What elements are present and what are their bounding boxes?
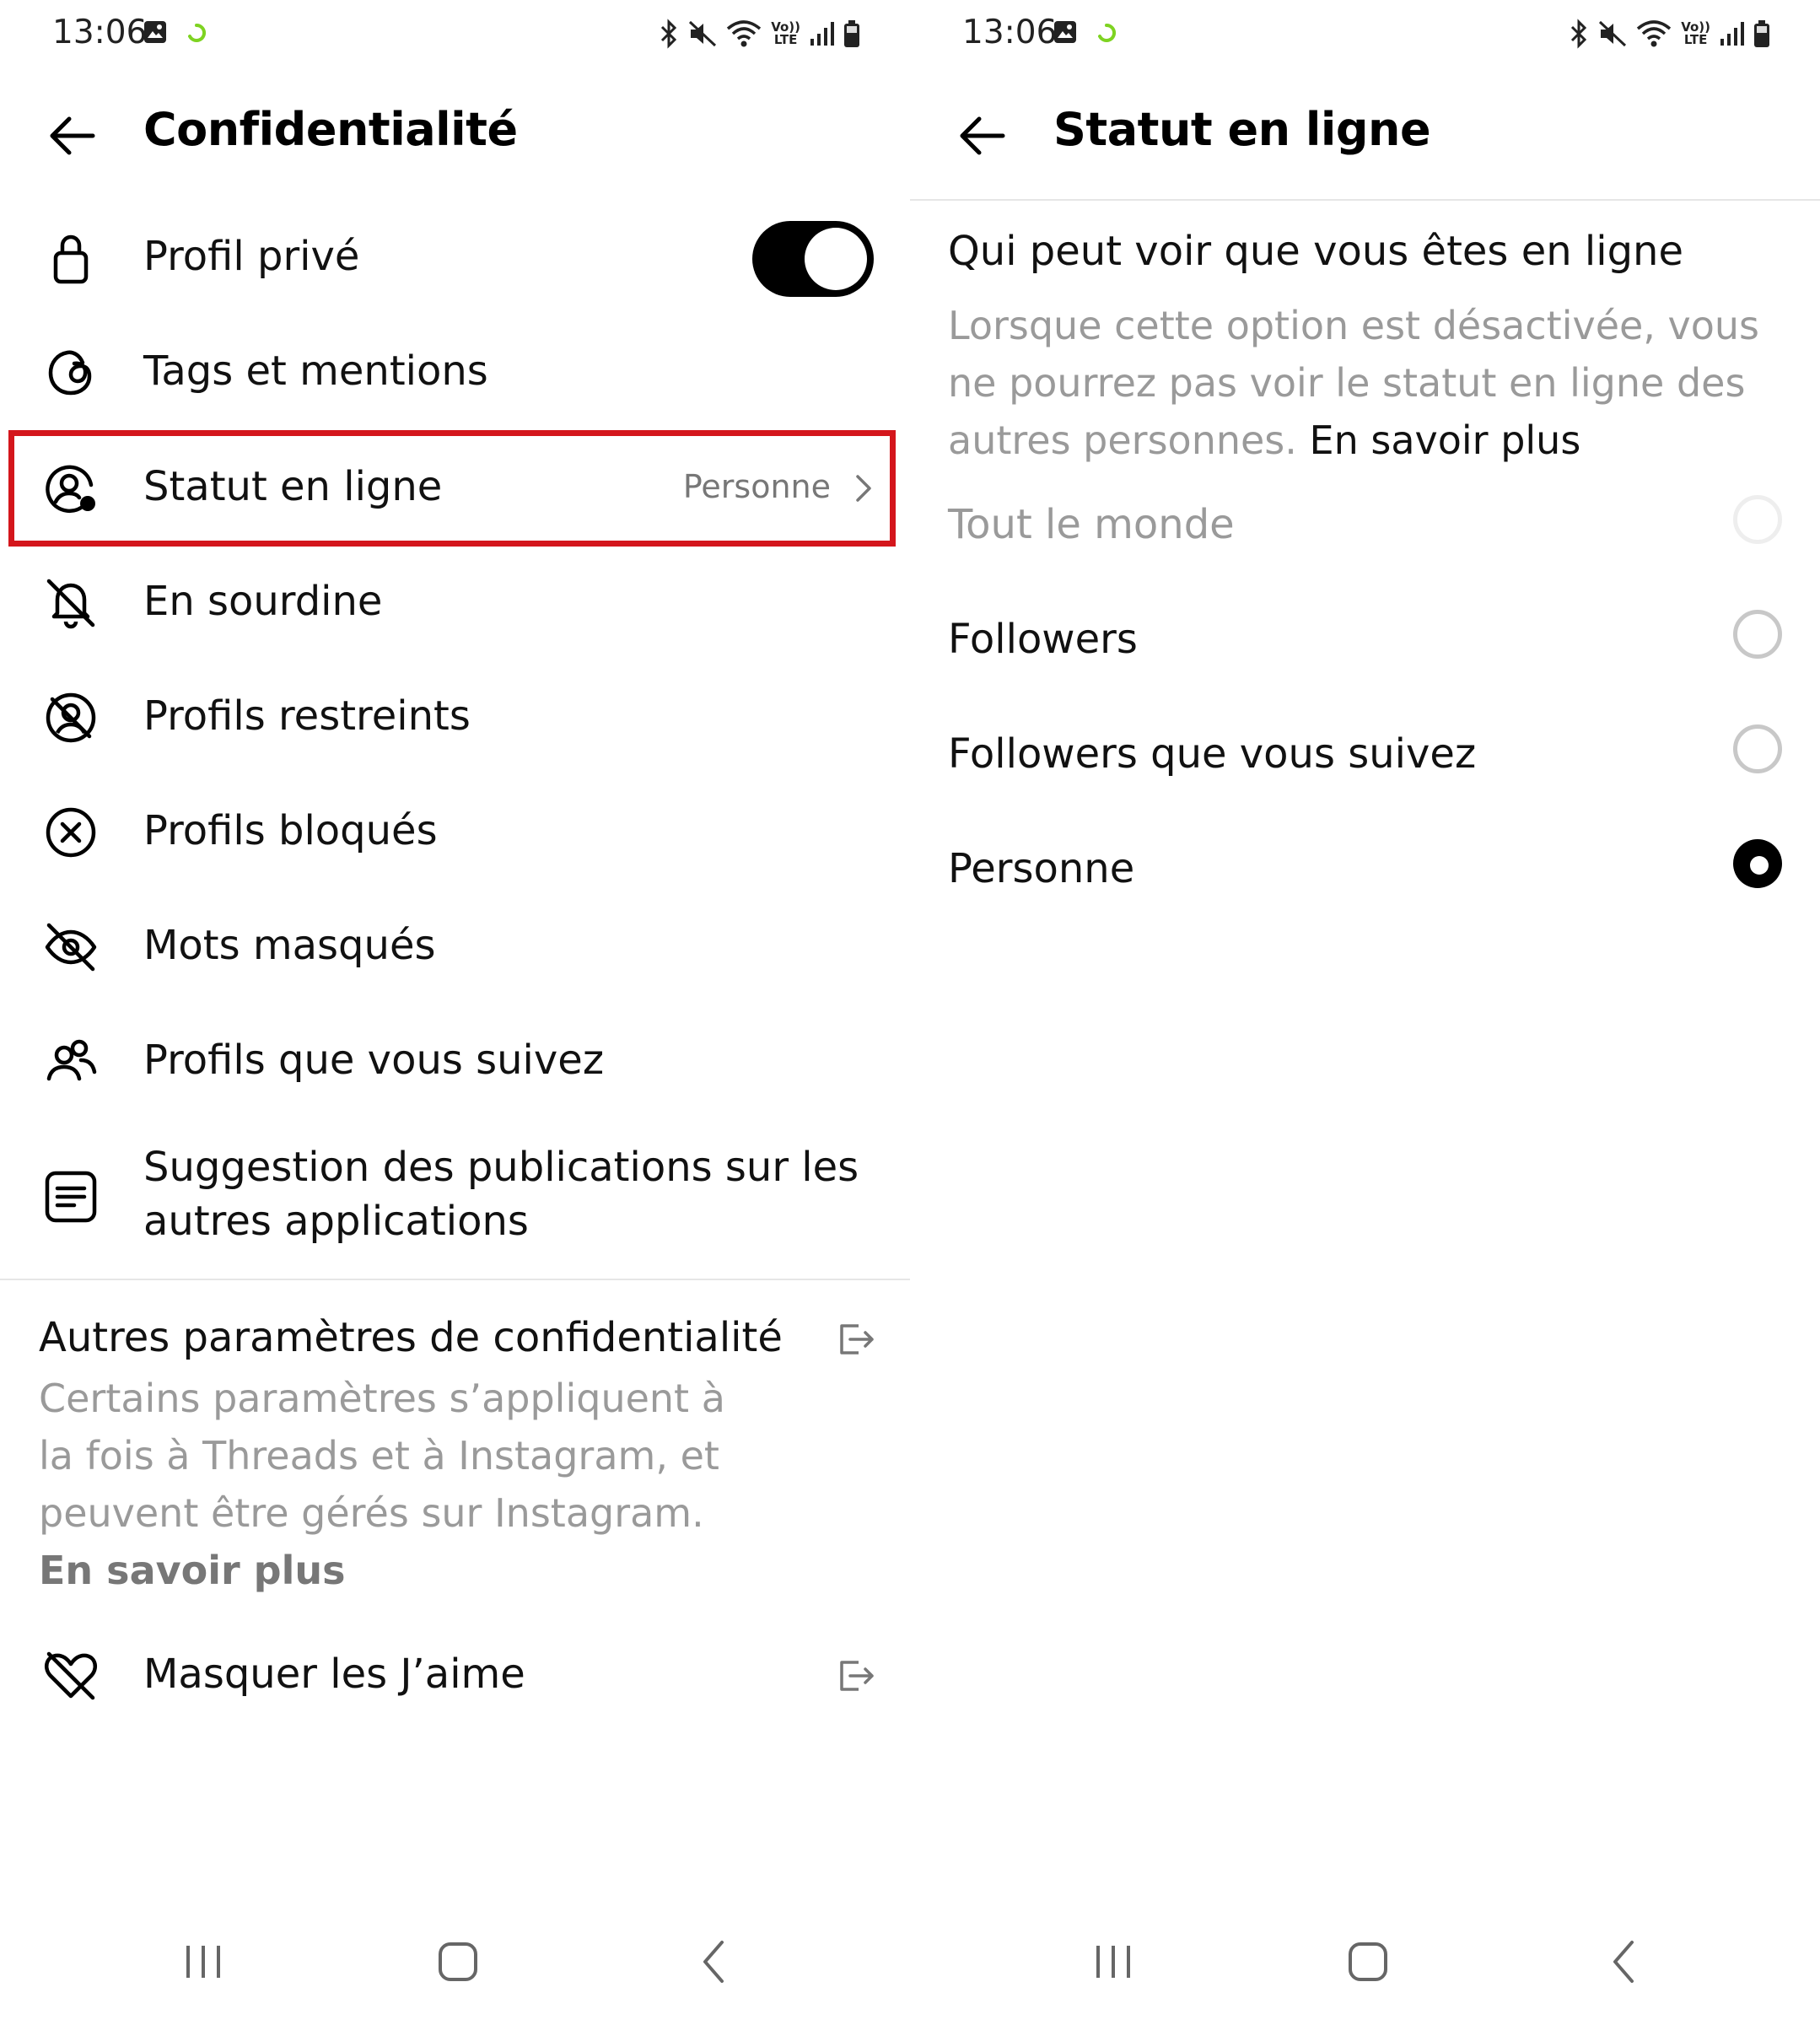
menu-item-label: En sourdine [143, 578, 383, 625]
recents-icon[interactable] [1084, 1932, 1143, 1991]
option-followers-you-follow[interactable]: Followers que vous suivez [910, 697, 1820, 811]
radio-button [1733, 495, 1782, 544]
lock-icon [53, 234, 89, 284]
wifi-icon [1637, 20, 1672, 47]
mute-icon [1599, 20, 1627, 47]
option-everyone: Tout le monde [910, 467, 1820, 582]
menu-item-label-line2: autres applications [143, 1198, 529, 1245]
menu-item-restricted[interactable]: Profils restreints [0, 660, 910, 775]
menu-item-label: Masquer les J’aime [143, 1651, 525, 1698]
menu-item-following[interactable]: Profils que vous suivez [0, 1004, 910, 1119]
people-icon [46, 1039, 97, 1081]
learn-more-link[interactable]: En savoir plus [39, 1548, 346, 1593]
battery-icon [844, 20, 859, 47]
system-nav-bar [910, 1907, 1820, 2025]
wifi-icon [727, 20, 762, 47]
section-title: Qui peut voir que vous êtes en ligne [948, 228, 1683, 275]
battery-icon [1754, 20, 1769, 47]
menu-item-label: Suggestion des publications sur les autr… [143, 1140, 859, 1248]
menu-item-label-line1: Suggestion des publications sur les [143, 1144, 859, 1191]
menu-item-label: Profils restreints [143, 692, 471, 740]
menu-item-hide-likes[interactable]: Masquer les J’aime [0, 1618, 910, 1733]
bluetooth-icon [661, 19, 677, 49]
menu-item-hidden-words[interactable]: Mots masqués [0, 890, 910, 1004]
gallery-notification-icon [144, 21, 166, 43]
option-label: Personne [948, 845, 1135, 892]
header: Confidentialité [0, 93, 910, 177]
back-nav-icon[interactable] [685, 1932, 744, 1991]
menu-item-label: Profil privé [143, 233, 360, 280]
external-link-icon [840, 1324, 874, 1354]
section-description-text: Certains paramètres s’appliquent à la fo… [39, 1376, 725, 1536]
radio-button-selected[interactable] [1733, 839, 1782, 888]
header: Statut en ligne [910, 93, 1820, 177]
home-icon[interactable] [428, 1932, 487, 1991]
section-description: Lorsque cette option est désactivée, vou… [948, 297, 1783, 469]
status-bar: 13:06 Vo)) LTE [0, 0, 910, 67]
volte-icon: Vo)) LTE [771, 19, 800, 47]
toggle-knob [805, 228, 867, 290]
back-arrow-icon[interactable] [954, 108, 1010, 164]
option-label: Followers que vous suivez [948, 730, 1477, 778]
external-link-icon [840, 1661, 874, 1691]
online-status-screen: 13:06 Vo)) LTE Statut en ligne Qui peut v… [910, 0, 1820, 2025]
restricted-profile-icon [46, 692, 96, 743]
radio-button[interactable] [1733, 610, 1782, 659]
option-followers[interactable]: Followers [910, 582, 1820, 697]
option-nobody[interactable]: Personne [910, 811, 1820, 926]
activity-notification-icon [1098, 24, 1116, 42]
status-icons: Vo)) LTE [1568, 17, 1771, 51]
signal-icon [1720, 22, 1744, 46]
back-nav-icon[interactable] [1595, 1932, 1654, 1991]
page-title: Statut en ligne [1053, 103, 1431, 156]
mute-icon [689, 20, 717, 47]
menu-item-tags-mentions[interactable]: Tags et mentions [0, 315, 910, 430]
back-arrow-icon[interactable] [44, 108, 100, 164]
page-title: Confidentialité [143, 103, 518, 156]
status-time: 13:06 [962, 13, 1058, 51]
highlight-box [8, 430, 896, 547]
menu-item-muted[interactable]: En sourdine [0, 546, 910, 660]
menu-item-label: Tags et mentions [143, 347, 488, 395]
document-icon [45, 1171, 97, 1223]
status-time: 13:06 [52, 13, 148, 51]
privacy-screen: 13:06 Vo)) LTE Confidentialité Profil pri… [0, 0, 910, 2025]
menu-item-label: Profils bloqués [143, 807, 438, 854]
private-profile-toggle[interactable] [752, 221, 874, 297]
bell-off-icon [46, 579, 95, 629]
menu-item-blocked[interactable]: Profils bloqués [0, 775, 910, 890]
threads-at-icon [48, 350, 92, 396]
home-icon[interactable] [1338, 1932, 1397, 1991]
status-icons: Vo)) LTE [658, 17, 861, 51]
recents-icon[interactable] [174, 1932, 233, 1991]
menu-item-label: Mots masqués [143, 922, 436, 969]
learn-more-link[interactable]: En savoir plus [1310, 417, 1581, 463]
radio-button[interactable] [1733, 724, 1782, 773]
section-description: Certains paramètres s’appliquent à la fo… [39, 1370, 764, 1599]
blocked-icon [46, 807, 96, 858]
system-nav-bar [0, 1907, 910, 2025]
activity-notification-icon [188, 24, 206, 42]
section-title: Autres paramètres de confidentialité [39, 1314, 783, 1361]
gallery-notification-icon [1054, 21, 1076, 43]
status-bar: 13:06 Vo)) LTE [910, 0, 1820, 67]
divider [0, 1279, 910, 1280]
heart-off-icon [44, 1651, 98, 1700]
menu-item-label: Profils que vous suivez [143, 1037, 605, 1084]
header-divider [910, 199, 1820, 201]
option-label: Followers [948, 616, 1138, 663]
eye-off-icon [45, 923, 97, 972]
option-label: Tout le monde [948, 501, 1235, 548]
signal-icon [810, 22, 834, 46]
bluetooth-icon [1571, 19, 1587, 49]
volte-icon: Vo)) LTE [1681, 19, 1710, 47]
